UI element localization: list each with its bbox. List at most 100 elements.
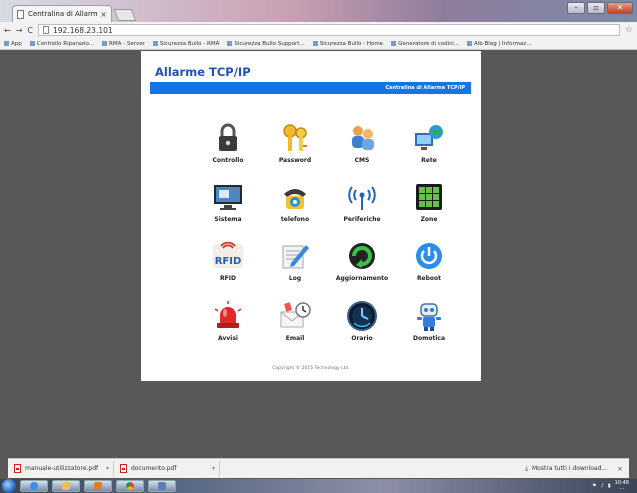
chevron-down-icon[interactable]: ▾	[106, 465, 109, 472]
minimize-button[interactable]: –	[567, 2, 585, 14]
tile-password[interactable]: Password	[268, 121, 322, 164]
bookmark-item[interactable]: Sicurezza Bullo - RMA	[152, 41, 219, 47]
tile-label: RFID	[220, 275, 236, 282]
copyright: Copyright © 2015 Technology Ltd.	[272, 366, 350, 371]
show-all-downloads-link[interactable]: Mostra tutti i download...	[532, 465, 607, 472]
bookmark-label: Alb Blog | Informaz...	[474, 40, 532, 47]
chrome-icon	[126, 482, 134, 490]
tile-label: telefono	[280, 216, 310, 223]
maximize-button[interactable]: ▫	[587, 2, 605, 14]
flag-icon[interactable]: ⚑	[592, 483, 596, 489]
tile-label: Orario	[351, 335, 373, 342]
tile-sistema[interactable]: Sistema	[201, 180, 255, 223]
system-monitor-icon	[211, 180, 245, 214]
tile-label: Reboot	[416, 275, 442, 282]
tile-rete[interactable]: Rete	[402, 121, 456, 164]
bookmark-label: Controllo Riparazio...	[36, 40, 95, 47]
taskbar: ⚑ ♪ ▮ 10:48 ...	[0, 479, 637, 493]
app-icon	[158, 482, 166, 490]
page-icon	[17, 9, 24, 19]
tile-avvisi[interactable]: Avvisi	[201, 299, 255, 342]
tile-cms[interactable]: CMS	[335, 121, 389, 164]
tab-title: Centralina di Allarme TCP	[28, 10, 98, 18]
tile-label: Avvisi	[218, 335, 238, 342]
back-button[interactable]: ←	[4, 26, 11, 35]
tile-label: Email	[285, 335, 305, 342]
rfid-icon: RFID	[211, 239, 245, 273]
tile-telefono[interactable]: telefono	[268, 180, 322, 223]
browser-ie-icon	[30, 482, 38, 490]
bookmark-item[interactable]: RMA - Server	[102, 41, 145, 47]
taskbar-chrome[interactable]	[116, 480, 144, 492]
browser-titlebar: Centralina di Allarme TCP × – ▫ ✕	[0, 0, 637, 22]
taskbar-media[interactable]	[84, 480, 112, 492]
new-tab-button[interactable]	[113, 9, 137, 21]
download-item[interactable]: documento.pdf ▾	[116, 460, 220, 477]
close-window-button[interactable]: ✕	[607, 2, 633, 14]
email-icon	[278, 299, 312, 333]
bookmark-item[interactable]: Controllo Riparazio...	[29, 40, 95, 47]
download-item[interactable]: manuale-utilizzatore.pdf ▾	[10, 460, 114, 477]
address-url: 192.168.23.101	[53, 25, 113, 35]
bookmark-item[interactable]: Sicurezza Bullo Support...	[227, 40, 305, 47]
bookmark-item[interactable]: App	[4, 41, 22, 47]
bookmark-icon	[312, 41, 318, 46]
page-info-icon[interactable]	[43, 26, 49, 34]
tile-label: Log	[288, 275, 302, 282]
tile-email[interactable]: Email	[268, 299, 322, 342]
bookmark-item[interactable]: Alb Blog | Informaz...	[467, 41, 531, 47]
robot-icon	[412, 299, 446, 333]
padlock-icon	[211, 121, 245, 155]
bookmark-icon	[152, 41, 158, 46]
bookmark-icon	[227, 41, 233, 46]
start-button[interactable]	[2, 479, 16, 493]
tile-rfid[interactable]: RFID RFID	[201, 239, 255, 282]
app-title: Allarme TCP/IP	[155, 65, 251, 79]
forward-button[interactable]: →	[16, 26, 23, 35]
clock-date: ...	[619, 485, 625, 491]
network-globe-icon	[412, 121, 446, 155]
close-shelf-icon[interactable]: ×	[617, 465, 623, 473]
bookmarks-bar: App Controllo Riparazio... RMA - Server Sic…	[0, 38, 637, 50]
taskbar-app[interactable]	[148, 480, 176, 492]
tab-close-icon[interactable]: ×	[100, 10, 107, 19]
bookmark-label: Sicurezza Bullo Support...	[234, 40, 305, 47]
clock-icon	[345, 299, 379, 333]
zones-grid-icon	[412, 180, 446, 214]
window-controls: – ▫ ✕	[567, 2, 633, 14]
tile-log[interactable]: Log	[268, 239, 322, 282]
reload-button[interactable]: C	[27, 26, 33, 35]
taskbar-ie[interactable]	[20, 480, 48, 492]
volume-icon[interactable]: ♪	[601, 483, 604, 489]
browser-tab[interactable]: Centralina di Allarme TCP ×	[12, 5, 112, 22]
svg-text:RFID: RFID	[215, 256, 242, 267]
tile-orario[interactable]: Orario	[335, 299, 389, 342]
tile-label: CMS	[354, 157, 370, 164]
tile-aggiornamento[interactable]: Aggiornamento	[335, 239, 389, 282]
download-arrow-icon: ⤓	[525, 464, 528, 472]
bookmark-icon	[391, 41, 397, 46]
bookmark-icon	[467, 41, 472, 46]
download-filename: documento.pdf	[131, 465, 177, 472]
address-bar[interactable]: 192.168.23.101	[38, 24, 620, 36]
clock[interactable]: 10:48 ...	[615, 481, 629, 491]
tile-label: Controllo	[212, 157, 244, 164]
taskbar-explorer[interactable]	[52, 480, 80, 492]
tile-controllo[interactable]: Controllo	[201, 121, 255, 164]
tile-domotica[interactable]: Domotica	[402, 299, 456, 342]
bookmark-icon	[29, 41, 35, 46]
pdf-file-icon	[120, 464, 127, 473]
tile-label: Rete	[421, 157, 437, 164]
tile-zone[interactable]: Zone	[402, 180, 456, 223]
bookmark-label: Sicurezza Bullo - Home	[319, 40, 384, 47]
bookmark-item[interactable]: Sicurezza Bullo - Home	[312, 40, 384, 47]
header-bar: Centralina di Allarme TCP/IP	[150, 82, 471, 94]
network-icon[interactable]: ▮	[608, 483, 611, 489]
bookmark-star-icon[interactable]: ☆	[625, 25, 633, 35]
tile-label: Domotica	[412, 335, 445, 342]
tile-label: Periferiche	[343, 216, 381, 223]
tile-reboot[interactable]: Reboot	[402, 239, 456, 282]
chevron-down-icon[interactable]: ▾	[212, 465, 215, 472]
tile-periferiche[interactable]: Periferiche	[335, 180, 389, 223]
bookmark-item[interactable]: Generatore di codici...	[391, 41, 459, 47]
